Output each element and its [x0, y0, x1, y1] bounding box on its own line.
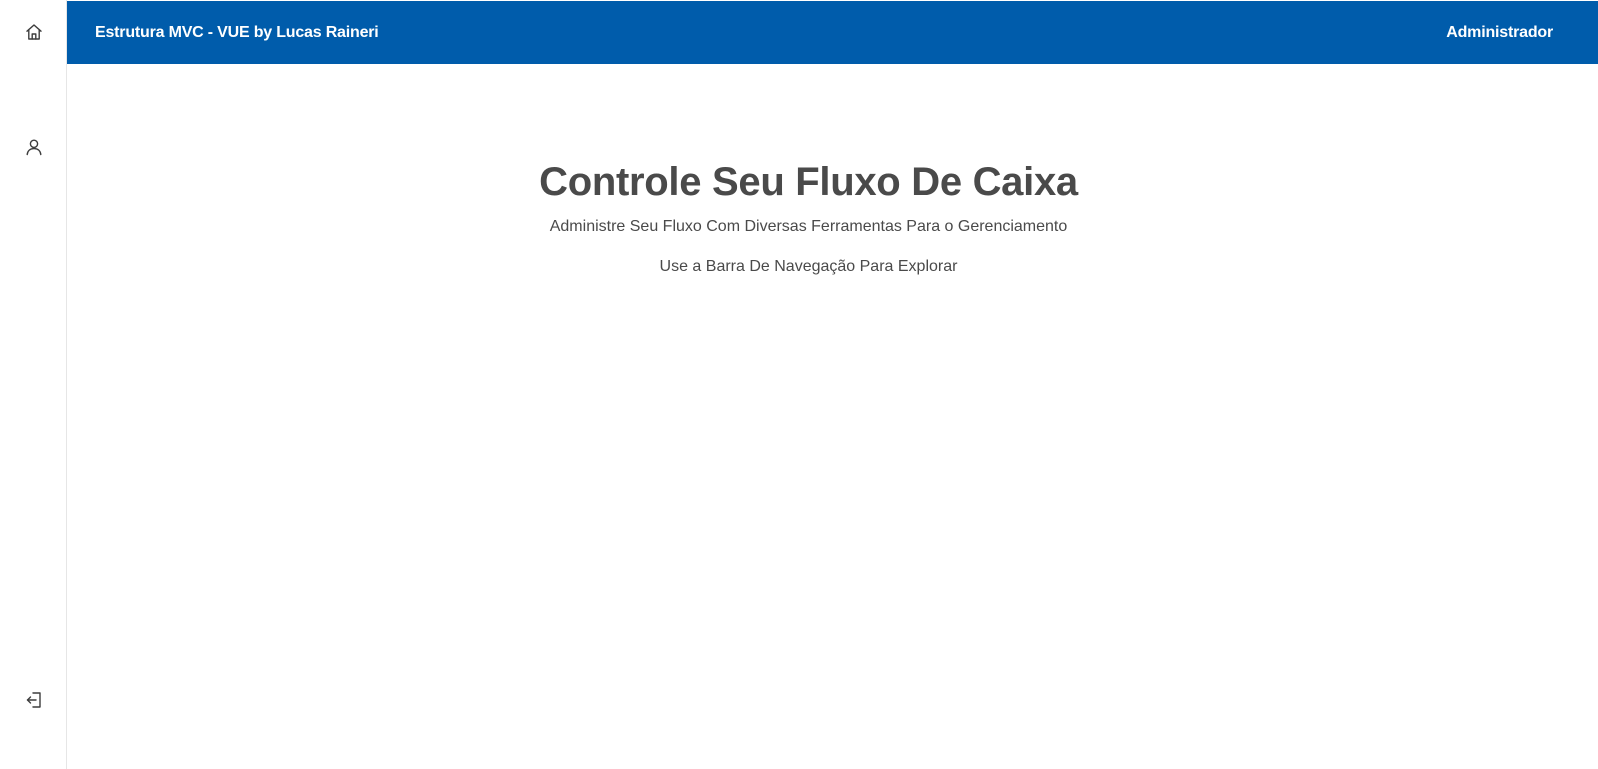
- sidebar-item-profile[interactable]: [0, 127, 67, 167]
- main-content: Controle Seu Fluxo De Caixa Administre S…: [67, 64, 1598, 769]
- home-icon: [25, 24, 42, 40]
- page-title: Controle Seu Fluxo De Caixa: [539, 160, 1078, 204]
- sidebar-item-logout[interactable]: [0, 680, 67, 720]
- navigation-hint: Use a Barra De Navegação Para Explorar: [659, 258, 958, 275]
- app-root: Estrutura MVC - VUE by Lucas Raineri Adm…: [0, 0, 1598, 769]
- page-subtitle: Administre Seu Fluxo Com Diversas Ferram…: [549, 218, 1068, 235]
- app-brand[interactable]: Estrutura MVC - VUE by Lucas Raineri: [95, 1, 379, 64]
- user-menu[interactable]: Administrador: [1446, 1, 1553, 64]
- sidebar: [0, 0, 67, 769]
- sidebar-item-home[interactable]: [0, 12, 67, 52]
- logout-icon: [26, 692, 41, 708]
- top-navbar: Estrutura MVC - VUE by Lucas Raineri Adm…: [67, 1, 1598, 64]
- user-icon: [26, 139, 41, 156]
